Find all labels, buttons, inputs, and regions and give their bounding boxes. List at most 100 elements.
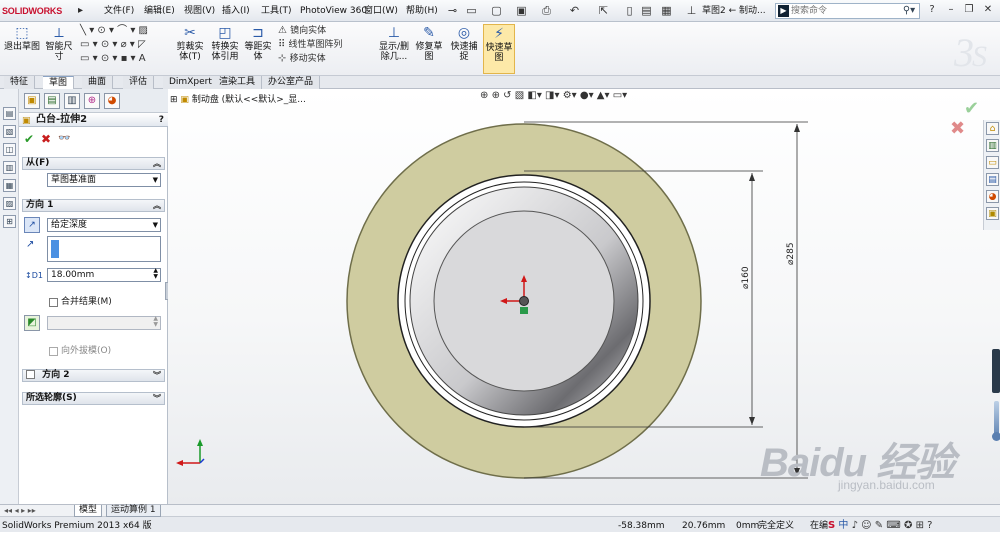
rapid-sketch-button[interactable]: ⚡ 快速草图 — [483, 24, 515, 74]
file-properties-icon[interactable]: ▤ — [640, 4, 653, 17]
close-icon[interactable]: ✕ — [981, 3, 995, 17]
rollback-slider-track[interactable] — [992, 349, 1000, 393]
logo-arrow-icon[interactable]: ▸ — [78, 5, 88, 17]
selected-contours-header[interactable]: 所选轮廓(S) ︾ — [22, 392, 165, 405]
direction1-section-header[interactable]: 方向 1 ︽ — [22, 199, 165, 212]
ime-keyboard-icon[interactable]: ⌨ — [886, 520, 900, 531]
minimize-icon[interactable]: – — [944, 3, 958, 17]
ok-button[interactable]: ✔ — [24, 133, 36, 145]
dimxpert-tab-icon[interactable]: ⊕ — [84, 93, 100, 109]
sketch-pin-icon[interactable]: ⊥ — [685, 4, 698, 17]
ime-emoji-icon[interactable]: ☺ — [861, 520, 871, 531]
ime-tools-icon[interactable]: ⊞ — [916, 520, 924, 531]
tab-model[interactable]: 模型 — [74, 505, 103, 517]
menu-edit[interactable]: 编辑(E) — [144, 4, 175, 18]
spinner-icon[interactable]: ▲ ▼ — [153, 268, 158, 280]
view-icon[interactable]: ▦ — [3, 179, 16, 192]
slot-tools-row[interactable]: ▭ ▾ ⊙ ▾ ▪ ▾ A — [80, 52, 170, 66]
dimension-inner[interactable]: ⌀160 — [741, 266, 751, 289]
tab-surfaces[interactable]: 曲面 — [82, 76, 114, 89]
line-tools-row[interactable]: ╲ ▾ ⊙ ▾ ⌒ ▾ ▨ — [80, 24, 170, 38]
direction2-checkbox[interactable] — [26, 370, 35, 379]
rect-tools-row[interactable]: ▭ ▾ ⊙ ▾ ⌀ ▾ ◸ — [80, 38, 170, 52]
trim-button[interactable]: ✂ 剪裁实体(T) — [175, 24, 205, 74]
from-section-header[interactable]: 从(F) ︽ — [22, 157, 165, 170]
restore-icon[interactable]: ❐ — [962, 3, 976, 17]
menu-view[interactable]: 视图(V) — [184, 4, 215, 18]
appearances-icon[interactable]: ◕ — [986, 190, 999, 203]
home-icon[interactable]: ⌂ — [986, 122, 999, 135]
dimension-icon[interactable]: ◫ — [3, 143, 16, 156]
mirror-button[interactable]: ⚠ 镜向实体 — [278, 24, 374, 38]
tab-scroll-arrows-icon[interactable]: ◂◂ ◂ ▸ ▸▸ — [4, 505, 36, 517]
tab-render-tools[interactable]: 渲染工具 — [213, 76, 263, 89]
quick-snaps-button[interactable]: ◎ 快速捕捉 — [449, 24, 479, 74]
direction-selection-box[interactable] — [47, 236, 161, 262]
help-tray-icon[interactable]: ? — [927, 520, 932, 531]
feature-tree-tab-icon[interactable]: ▣ — [24, 93, 40, 109]
new-file-icon[interactable]: ▭ — [465, 4, 478, 17]
select-icon[interactable]: ⇱ — [597, 4, 610, 17]
sketch-icon[interactable]: ▧ — [3, 125, 16, 138]
open-file-icon[interactable]: ▢ — [490, 4, 503, 17]
ime-punct-icon[interactable]: ♪ — [852, 520, 858, 531]
draft-angle-input[interactable]: ▲ ▼ — [47, 316, 161, 330]
repair-sketch-button[interactable]: ✎ 修复草图 — [414, 24, 444, 74]
measure-icon[interactable]: ⊞ — [3, 215, 16, 228]
tab-evaluate[interactable]: 评估 — [123, 76, 155, 89]
menu-file[interactable]: 文件(F) — [104, 4, 134, 18]
draft-outward-checkbox[interactable] — [49, 347, 58, 356]
end-condition-select[interactable]: 给定深度 ▼ — [47, 218, 161, 232]
view-palette-icon[interactable]: ▤ — [986, 173, 999, 186]
tab-features[interactable]: 特征 — [4, 76, 36, 89]
offset-entities-button[interactable]: ⊐ 等距实体 — [243, 24, 273, 74]
display-delete-relations-button[interactable]: ⊥ 显示/删除几... — [376, 24, 412, 74]
ime-logo-icon[interactable]: S — [828, 520, 835, 531]
menu-window[interactable]: 窗口(W) — [364, 4, 398, 18]
pin-icon[interactable]: ⊸ — [446, 4, 459, 17]
detailed-preview-icon[interactable]: 👓 — [58, 133, 72, 145]
tab-sketch[interactable]: 草图 — [43, 76, 75, 89]
merge-result-checkbox[interactable] — [49, 298, 58, 307]
smart-dimension-button[interactable]: ⟂ 智能尺寸 — [42, 24, 76, 74]
ime-chinese-icon[interactable]: 中 — [838, 520, 848, 531]
configuration-tab-icon[interactable]: ▥ — [64, 93, 80, 109]
tab-office-products[interactable]: 办公室产品 — [262, 76, 321, 89]
convert-entities-button[interactable]: ◰ 转换实体引用 — [209, 24, 241, 74]
menu-tools[interactable]: 工具(T) — [261, 4, 292, 18]
help-button[interactable]: ? — [159, 113, 164, 127]
draft-toggle-icon[interactable]: ◩ — [24, 315, 40, 331]
tab-dimxpert[interactable]: DimXpert — [163, 76, 219, 89]
search-input[interactable] — [791, 5, 901, 17]
property-manager-tab-icon[interactable]: ▤ — [44, 93, 60, 109]
linear-pattern-button[interactable]: ⠿ 线性草图阵列 — [278, 38, 374, 52]
exit-sketch-button[interactable]: ⬚ 退出草图 — [4, 24, 40, 74]
design-library-icon[interactable]: ▥ — [986, 139, 999, 152]
menu-photoview[interactable]: PhotoView 360 — [300, 4, 367, 18]
custom-properties-icon[interactable]: ▣ — [986, 207, 999, 220]
dimension-outer[interactable]: ⌀285 — [786, 242, 796, 265]
direction2-section-header[interactable]: 方向 2 ︾ — [22, 369, 165, 382]
menu-help[interactable]: 帮助(H) — [406, 4, 438, 18]
save-icon[interactable]: ▣ — [515, 4, 528, 17]
undo-icon[interactable]: ↶ — [568, 4, 581, 17]
layer-icon[interactable]: ▨ — [3, 197, 16, 210]
rebuild-icon[interactable]: ▯ — [623, 4, 636, 17]
feature-icon[interactable]: ▤ — [3, 107, 16, 120]
search-icon[interactable]: ⚲▾ — [901, 4, 917, 18]
help-icon[interactable]: ? — [925, 3, 939, 17]
search-box[interactable]: ▶ ⚲▾ — [775, 3, 920, 19]
tab-motion-study[interactable]: 运动算例 1 — [106, 505, 161, 517]
display-tab-icon[interactable]: ◕ — [104, 93, 120, 109]
move-button[interactable]: ⊹ 移动实体 — [278, 52, 374, 66]
depth-input[interactable]: 18.00mm ▲ ▼ — [47, 268, 161, 282]
reference-icon[interactable]: ▥ — [3, 161, 16, 174]
spinner-icon[interactable]: ▲ ▼ — [153, 316, 158, 328]
origin-point-icon[interactable] — [519, 296, 529, 306]
ime-skin-icon[interactable]: ✪ — [904, 520, 912, 531]
ime-settings-icon[interactable]: ✎ — [875, 520, 883, 531]
menu-insert[interactable]: 插入(I) — [222, 4, 250, 18]
options-icon[interactable]: ▦ — [660, 4, 673, 17]
from-select[interactable]: 草图基准面 ▼ — [47, 173, 161, 187]
cancel-button[interactable]: ✖ — [41, 133, 53, 145]
